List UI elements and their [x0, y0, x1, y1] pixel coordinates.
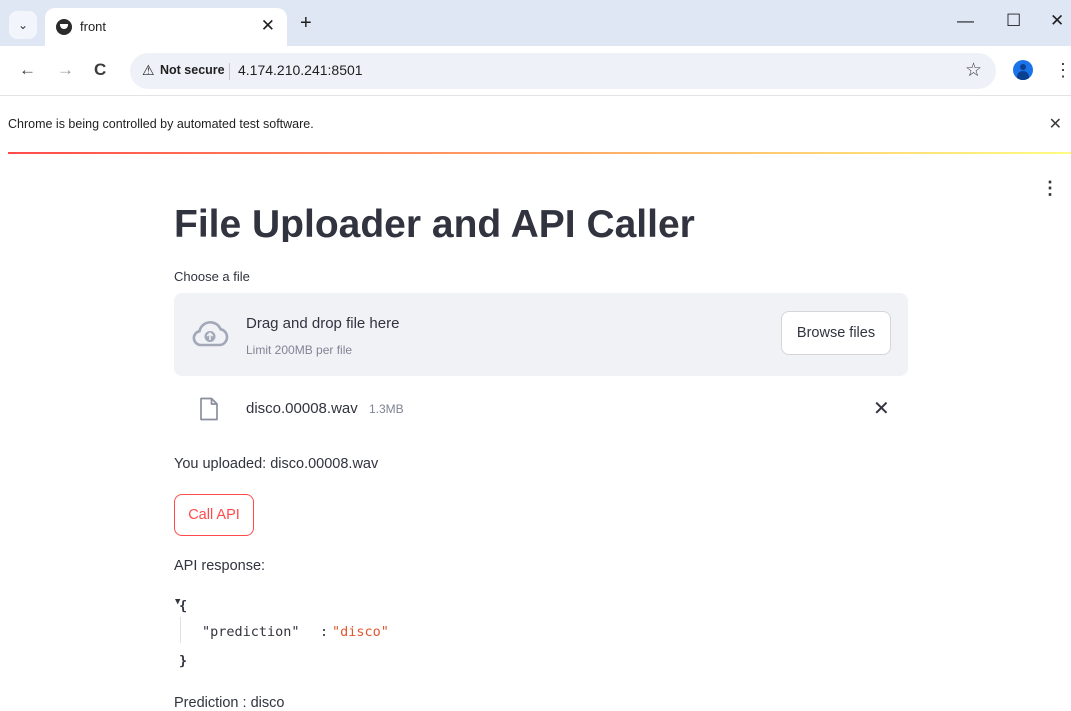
json-colon: : — [320, 624, 329, 640]
browser-menu-icon[interactable]: ⋮ — [1054, 60, 1071, 80]
window-close-button[interactable]: ✕ — [1050, 11, 1064, 31]
bookmark-star-icon[interactable]: ☆ — [965, 59, 982, 82]
uploaded-file-row: disco.00008.wav 1.3MB ✕ — [174, 392, 908, 426]
reload-icon[interactable]: C — [94, 60, 106, 80]
page-title: File Uploader and API Caller — [174, 203, 695, 242]
tab-title: front — [80, 19, 107, 34]
browser-tabstrip: ⌄ front ✕ + — ☐ ✕ — [0, 0, 1071, 46]
browser-toolbar: ← → C ⚠ Not secure 4.174.210.241:8501 ☆ — [0, 46, 1071, 96]
json-key: "prediction" — [202, 624, 300, 640]
uploaded-file-name: disco.00008.wav — [246, 400, 358, 417]
browser-tab[interactable]: front ✕ — [45, 8, 287, 46]
forward-arrow-icon[interactable]: → — [57, 60, 74, 80]
json-viewer: ▼ { "prediction" : "disco" } — [174, 596, 574, 672]
json-indent-rail — [180, 617, 181, 643]
file-dropzone[interactable]: Drag and drop file here Limit 200MB per … — [174, 293, 908, 376]
streamlit-favicon-icon — [56, 19, 72, 35]
file-uploader-label: Choose a file — [174, 269, 250, 284]
minimize-button[interactable]: — — [957, 11, 974, 31]
url-text[interactable]: 4.174.210.241:8501 — [238, 62, 363, 78]
divider — [229, 63, 230, 80]
drag-drop-text: Drag and drop file here — [246, 315, 400, 332]
automation-infobar: Chrome is being controlled by automated … — [0, 97, 1071, 152]
warning-triangle-icon[interactable]: ⚠ — [142, 62, 155, 79]
uploaded-file-size: 1.3MB — [369, 402, 404, 416]
infobar-close-icon[interactable]: ✕ — [1049, 114, 1062, 134]
api-response-label: API response: — [174, 558, 266, 574]
tab-close-icon[interactable]: ✕ — [261, 16, 275, 36]
chevron-down-icon: ⌄ — [17, 18, 29, 32]
address-bar[interactable]: ⚠ Not secure 4.174.210.241:8501 ☆ — [130, 53, 996, 89]
call-api-button[interactable]: Call API — [174, 494, 254, 536]
uploaded-message: You uploaded: disco.00008.wav — [174, 456, 379, 472]
maximize-button[interactable]: ☐ — [1006, 11, 1021, 31]
tab-list-button[interactable]: ⌄ — [9, 11, 37, 39]
app-main-menu-icon[interactable]: ⋮ — [1041, 178, 1059, 198]
prediction-text: Prediction : disco — [174, 695, 285, 711]
not-secure-label[interactable]: Not secure — [160, 63, 225, 77]
remove-file-icon[interactable]: ✕ — [873, 398, 890, 420]
infobar-message: Chrome is being controlled by automated … — [8, 117, 314, 131]
profile-avatar-icon[interactable] — [1013, 60, 1033, 80]
new-tab-button[interactable]: + — [300, 12, 312, 34]
streamlit-decoration-bar — [8, 152, 1071, 154]
browse-files-button[interactable]: Browse files — [781, 311, 891, 355]
json-close-brace: } — [179, 653, 188, 669]
back-arrow-icon[interactable]: ← — [19, 60, 36, 80]
json-open-brace: { — [179, 598, 188, 614]
upload-limit-text: Limit 200MB per file — [246, 343, 353, 357]
cloud-upload-icon — [192, 321, 229, 347]
file-icon — [200, 397, 218, 421]
json-value: "disco" — [332, 624, 389, 640]
